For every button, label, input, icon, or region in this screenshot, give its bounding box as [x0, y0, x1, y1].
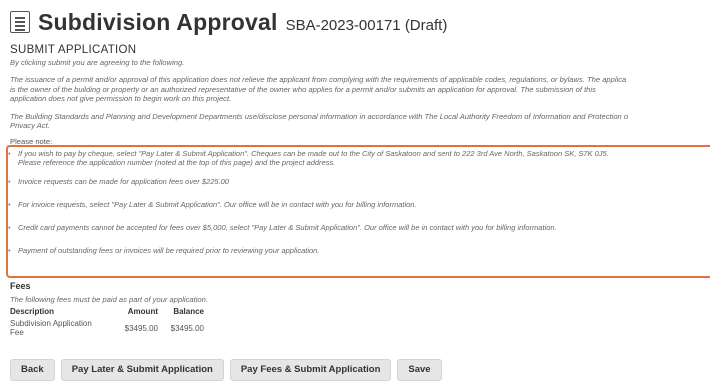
- action-bar: Back Pay Later & Submit Application Pay …: [10, 359, 442, 381]
- agree-text: By clicking submit you are agreeing to t…: [10, 58, 185, 67]
- fees-header-row: Description Amount Balance: [10, 307, 210, 318]
- payment-notes-list: If you wish to pay by cheque, select "Pa…: [8, 149, 609, 255]
- privacy-line: The Building Standards and Planning and …: [10, 111, 629, 121]
- note-line: Please reference the application number …: [18, 158, 336, 167]
- page-header: Subdivision Approval SBA-2023-00171 (Dra…: [10, 8, 710, 36]
- disclaimer-paragraph: The issuance of a permit and/or approval…: [10, 75, 710, 104]
- list-item: For invoice requests, select "Pay Later …: [8, 200, 609, 209]
- column-header-amount: Amount: [127, 307, 158, 316]
- submit-application-heading: SUBMIT APPLICATION: [10, 44, 137, 56]
- pay-fees-submit-button[interactable]: Pay Fees & Submit Application: [229, 359, 392, 381]
- note-line: If you wish to pay by cheque, select "Pa…: [18, 149, 609, 158]
- list-item: Credit card payments cannot be accepted …: [8, 223, 609, 232]
- page-title: Subdivision Approval: [38, 9, 278, 35]
- fees-heading: Fees: [10, 281, 31, 291]
- table-row: Subdivision Application Fee $3495.00 $34…: [10, 318, 210, 337]
- list-item: Invoice requests can be made for applica…: [8, 177, 609, 186]
- application-reference: SBA-2023-00171 (Draft): [285, 17, 448, 34]
- fee-description-line: Fee: [10, 328, 24, 337]
- fee-description: Subdivision Application Fee: [10, 318, 116, 337]
- page: Subdivision Approval SBA-2023-00171 (Dra…: [0, 0, 710, 146]
- pay-later-submit-button[interactable]: Pay Later & Submit Application: [60, 359, 224, 381]
- disclaimer-line: The issuance of a permit and/or approval…: [10, 75, 627, 84]
- list-item: Payment of outstanding fees or invoices …: [8, 246, 609, 255]
- disclaimer-line: is the owner of the building or property…: [10, 84, 596, 94]
- privacy-line: Privacy Act.: [10, 121, 50, 130]
- document-icon: [10, 11, 30, 33]
- disclaimer-line: application does not give permission to …: [10, 94, 232, 103]
- fees-table: Description Amount Balance Subdivision A…: [10, 307, 210, 337]
- fees-note: The following fees must be paid as part …: [10, 295, 208, 304]
- fee-balance: $3495.00: [170, 323, 204, 333]
- fee-amount: $3495.00: [124, 323, 158, 333]
- privacy-paragraph: The Building Standards and Planning and …: [10, 112, 710, 131]
- column-header-description: Description: [10, 307, 55, 316]
- list-item: If you wish to pay by cheque, select "Pa…: [8, 149, 609, 167]
- column-header-balance: Balance: [173, 307, 204, 316]
- save-button[interactable]: Save: [397, 359, 442, 381]
- back-button[interactable]: Back: [10, 359, 55, 381]
- fee-description-line: Subdivision Application: [10, 319, 92, 328]
